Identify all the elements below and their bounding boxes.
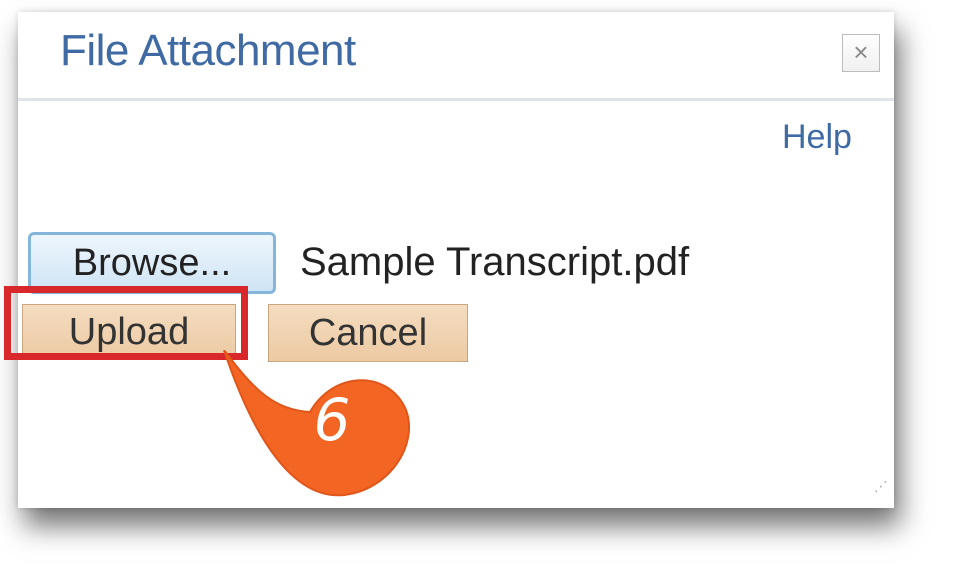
browse-button[interactable]: Browse...	[28, 232, 276, 294]
resize-grip-glyph: ⋰	[874, 478, 888, 494]
close-button[interactable]: ×	[842, 34, 880, 72]
dialog-titlebar: File Attachment ×	[18, 12, 894, 101]
cancel-button[interactable]: Cancel	[268, 304, 468, 362]
selected-file-name: Sample Transcript.pdf	[300, 240, 690, 284]
dialog-title: File Attachment	[60, 26, 356, 75]
help-link[interactable]: Help	[782, 118, 852, 157]
upload-button[interactable]: Upload	[22, 304, 236, 360]
screenshot-stage: File Attachment × Help Browse... Sample …	[0, 0, 964, 586]
file-attachment-dialog: File Attachment × Help Browse... Sample …	[18, 12, 894, 508]
resize-grip-icon[interactable]: ⋰	[874, 479, 890, 500]
